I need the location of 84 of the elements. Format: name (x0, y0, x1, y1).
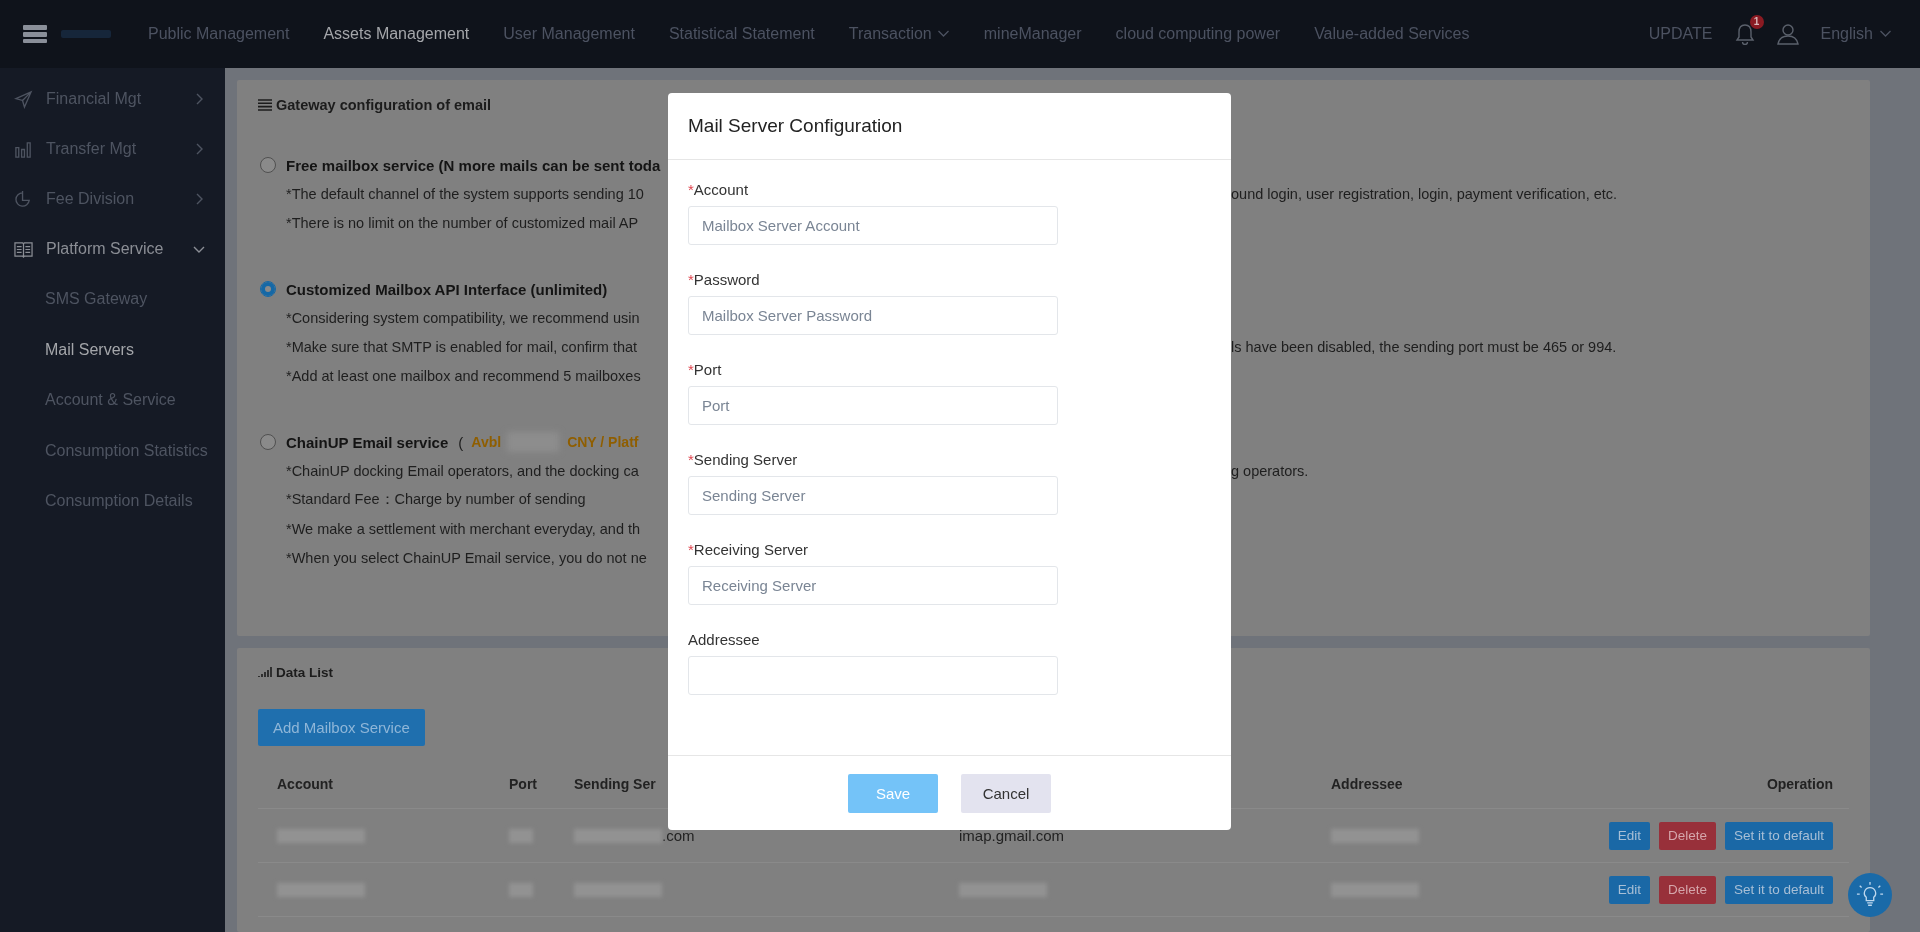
user-icon[interactable] (1776, 23, 1799, 45)
logo-icon (61, 27, 111, 41)
sidebar-item[interactable]: Financial Mgt (0, 74, 225, 124)
menu-icon[interactable] (23, 24, 47, 44)
nav-tab[interactable]: Value-added Services (1297, 25, 1487, 43)
notification-badge: 1 (1749, 15, 1764, 29)
book-icon (14, 239, 33, 259)
radio-button[interactable] (260, 434, 276, 450)
description-text: *Add at least one mailbox and recommend 5 mailboxes (286, 367, 642, 384)
caret-icon (1879, 30, 1892, 38)
radio-button[interactable] (260, 157, 276, 173)
description-text: *There is no limit on the number of customized mail AP (286, 214, 640, 231)
dialog-title: Mail Server Configuration (688, 115, 903, 137)
text-field[interactable] (688, 656, 1058, 695)
card-title: Data List (276, 664, 333, 680)
text-field[interactable]: Sending Server (688, 476, 1058, 515)
nav-tab[interactable]: Public Management (131, 25, 307, 43)
description-text: *ChainUP docking Email operators, and the docking ca (286, 462, 640, 479)
nav-tab[interactable]: Assets Management (306, 25, 487, 43)
lightbulb-button[interactable] (1848, 873, 1892, 917)
nav-tab[interactable]: Statistical Statement (651, 25, 832, 43)
lightbulb-icon (1856, 881, 1884, 909)
table-cell: .com (662, 827, 695, 844)
column-header: Operation (1766, 776, 1833, 792)
description-text: *We make a settlement with merchant everyday, and th (286, 520, 642, 537)
description-text: *Standard Fee：Charge by number of sending (286, 490, 587, 509)
description-text: *Considering system compatibility, we recommend usin (286, 309, 641, 326)
cancel-button[interactable]: Cancel (961, 773, 1051, 813)
table-cell: imap.gmail.com (959, 827, 1065, 844)
option-title: Customized Mailbox API Interface (unlimited) (286, 280, 608, 298)
paren-text: ( (458, 433, 464, 451)
add-mailbox-button[interactable]: Add Mailbox Service (258, 709, 425, 746)
default-button[interactable]: Set it to default (1724, 821, 1833, 850)
nav-tab[interactable]: User Management (486, 25, 652, 43)
column-header: Port (509, 776, 537, 792)
edit-button[interactable]: Edit (1608, 875, 1650, 904)
update-link[interactable]: UPDATE (1648, 25, 1713, 43)
text-field[interactable]: Mailbox Server Account (688, 206, 1058, 245)
balance-unit: CNY / Platf (567, 434, 639, 450)
nav-tab[interactable]: cloud computing power (1098, 25, 1298, 43)
description-text: *When you select ChainUP Email service, you do not ne (286, 549, 648, 566)
option-title: ChainUP Email service (286, 433, 449, 451)
sidebar-item[interactable]: Transfer Mgt (0, 124, 225, 174)
edit-button[interactable]: Edit (1608, 821, 1650, 850)
sidebar-subitem[interactable]: Account & Service (0, 375, 225, 426)
sidebar-item[interactable]: Fee Division (0, 174, 225, 224)
sidebar-subitem[interactable]: Consumption Statistics (0, 425, 225, 476)
field-label: *Sending Server (688, 449, 799, 470)
column-header: Sending Ser (574, 776, 656, 792)
radio-button[interactable] (260, 281, 276, 297)
field-label: *Password (688, 269, 761, 290)
signal-icon (258, 667, 272, 677)
list-icon (258, 99, 272, 111)
text-field[interactable]: Mailbox Server Password (688, 296, 1058, 335)
description-text: ound login, user registration, login, payment verification, etc. (1231, 185, 1619, 202)
language-select[interactable]: English (1820, 25, 1892, 43)
field-label: *Account (688, 179, 750, 200)
text-field[interactable]: Port (688, 386, 1058, 425)
option-title: Free mailbox service (N more mails can be sent toda (286, 156, 661, 174)
default-button[interactable]: Set it to default (1724, 875, 1833, 904)
balance-label: Avbl (471, 434, 502, 450)
bar-chart-icon (14, 139, 33, 159)
delete-button[interactable]: Delete (1658, 875, 1716, 904)
field-label: *Receiving Server (688, 539, 810, 560)
card-title: Gateway configuration of email (276, 97, 492, 113)
delete-button[interactable]: Delete (1658, 821, 1716, 850)
description-text: *The default channel of the system supports sending 10 (286, 185, 645, 202)
pie-chart-icon (14, 189, 33, 209)
sidebar-subitem[interactable]: Mail Servers (0, 324, 225, 375)
nav-tab[interactable]: mineManager (966, 25, 1099, 43)
description-text: *Make sure that SMTP is enabled for mail, confirm that (286, 338, 639, 355)
description-text: g operators. (1231, 462, 1310, 479)
sidebar-subitem[interactable]: Consumption Details (0, 476, 225, 527)
description-text: ls have been disabled, the sending port must be 465 or 994. (1231, 338, 1618, 355)
field-label: *Port (688, 359, 723, 380)
bell-icon[interactable] (1734, 23, 1755, 45)
sidebar-subitem[interactable]: SMS Gateway (0, 274, 225, 325)
text-field[interactable]: Receiving Server (688, 566, 1058, 605)
send-icon (14, 89, 33, 109)
sidebar-item[interactable]: Platform Service (0, 224, 225, 274)
nav-tab[interactable]: Transaction (831, 25, 967, 43)
column-header: Addressee (1331, 776, 1403, 792)
column-header: Account (277, 776, 333, 792)
field-label: Addressee (688, 629, 761, 650)
